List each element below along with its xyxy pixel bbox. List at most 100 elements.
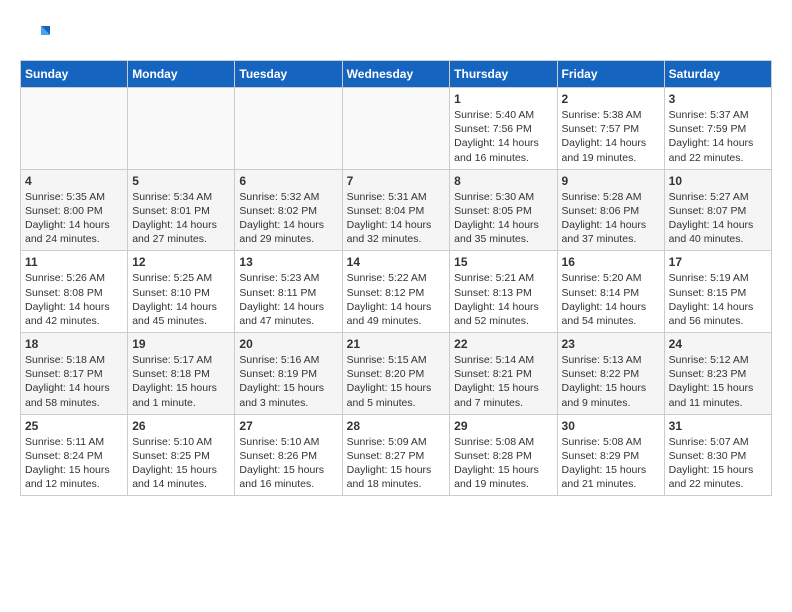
day-number: 10 [669,174,767,188]
day-info: Sunrise: 5:10 AM Sunset: 8:25 PM Dayligh… [132,435,230,492]
day-info: Sunrise: 5:12 AM Sunset: 8:23 PM Dayligh… [669,353,767,410]
day-number: 3 [669,92,767,106]
day-number: 27 [239,419,337,433]
day-number: 20 [239,337,337,351]
calendar-weekday-header: Wednesday [342,61,450,88]
calendar-day-cell: 10 Sunrise: 5:27 AM Sunset: 8:07 PM Dayli… [664,169,771,251]
day-info: Sunrise: 5:32 AM Sunset: 8:02 PM Dayligh… [239,190,337,247]
day-info: Sunrise: 5:26 AM Sunset: 8:08 PM Dayligh… [25,271,123,328]
day-info: Sunrise: 5:38 AM Sunset: 7:57 PM Dayligh… [562,108,660,165]
calendar-day-cell: 27 Sunrise: 5:10 AM Sunset: 8:26 PM Dayli… [235,414,342,496]
day-info: Sunrise: 5:09 AM Sunset: 8:27 PM Dayligh… [347,435,446,492]
calendar-day-cell: 14Sunrise: 5:22 AM Sunset: 8:12 PM Dayli… [342,251,450,333]
day-number: 29 [454,419,552,433]
day-info: Sunrise: 5:37 AM Sunset: 7:59 PM Dayligh… [669,108,767,165]
day-info: Sunrise: 5:21 AM Sunset: 8:13 PM Dayligh… [454,271,552,328]
calendar-table: SundayMondayTuesdayWednesdayThursdayFrid… [20,60,772,496]
calendar-day-cell: 31Sunrise: 5:07 AM Sunset: 8:30 PM Dayli… [664,414,771,496]
day-number: 17 [669,255,767,269]
day-number: 7 [347,174,446,188]
calendar-day-cell: 16 Sunrise: 5:20 AM Sunset: 8:14 PM Dayli… [557,251,664,333]
day-info: Sunrise: 5:31 AM Sunset: 8:04 PM Dayligh… [347,190,446,247]
calendar-day-cell: 7 Sunrise: 5:31 AM Sunset: 8:04 PM Daylig… [342,169,450,251]
calendar-day-cell [235,88,342,170]
calendar-day-cell: 4 Sunrise: 5:35 AM Sunset: 8:00 PM Daylig… [21,169,128,251]
day-info: Sunrise: 5:15 AM Sunset: 8:20 PM Dayligh… [347,353,446,410]
day-number: 6 [239,174,337,188]
day-info: Sunrise: 5:13 AM Sunset: 8:22 PM Dayligh… [562,353,660,410]
calendar-week-row: 18 Sunrise: 5:18 AM Sunset: 8:17 PM Dayli… [21,333,772,415]
day-info: Sunrise: 5:18 AM Sunset: 8:17 PM Dayligh… [25,353,123,410]
day-info: Sunrise: 5:19 AM Sunset: 8:15 PM Dayligh… [669,271,767,328]
calendar-day-cell: 5 Sunrise: 5:34 AM Sunset: 8:01 PM Daylig… [128,169,235,251]
calendar-weekday-header: Monday [128,61,235,88]
calendar-day-cell: 15 Sunrise: 5:21 AM Sunset: 8:13 PM Dayli… [450,251,557,333]
day-number: 21 [347,337,446,351]
calendar-day-cell: 6 Sunrise: 5:32 AM Sunset: 8:02 PM Daylig… [235,169,342,251]
day-info: Sunrise: 5:08 AM Sunset: 8:28 PM Dayligh… [454,435,552,492]
calendar-day-cell: 29 Sunrise: 5:08 AM Sunset: 8:28 PM Dayli… [450,414,557,496]
logo [20,20,54,50]
calendar-day-cell: 8 Sunrise: 5:30 AM Sunset: 8:05 PM Daylig… [450,169,557,251]
calendar-day-cell: 25 Sunrise: 5:11 AM Sunset: 8:24 PM Dayli… [21,414,128,496]
calendar-day-cell: 28 Sunrise: 5:09 AM Sunset: 8:27 PM Dayli… [342,414,450,496]
calendar-weekday-header: Sunday [21,61,128,88]
day-number: 18 [25,337,123,351]
day-number: 1 [454,92,552,106]
day-info: Sunrise: 5:23 AM Sunset: 8:11 PM Dayligh… [239,271,337,328]
day-number: 13 [239,255,337,269]
day-number: 2 [562,92,660,106]
calendar-day-cell: 17 Sunrise: 5:19 AM Sunset: 8:15 PM Dayli… [664,251,771,333]
day-number: 16 [562,255,660,269]
day-number: 9 [562,174,660,188]
calendar-day-cell: 13 Sunrise: 5:23 AM Sunset: 8:11 PM Dayli… [235,251,342,333]
page-header [20,20,772,50]
day-number: 4 [25,174,123,188]
calendar-week-row: 1 Sunrise: 5:40 AM Sunset: 7:56 PM Daylig… [21,88,772,170]
day-number: 5 [132,174,230,188]
calendar-day-cell: 21 Sunrise: 5:15 AM Sunset: 8:20 PM Dayli… [342,333,450,415]
day-info: Sunrise: 5:30 AM Sunset: 8:05 PM Dayligh… [454,190,552,247]
calendar-day-cell [342,88,450,170]
calendar-day-cell: 24 Sunrise: 5:12 AM Sunset: 8:23 PM Dayli… [664,333,771,415]
day-info: Sunrise: 5:10 AM Sunset: 8:26 PM Dayligh… [239,435,337,492]
calendar-header-row: SundayMondayTuesdayWednesdayThursdayFrid… [21,61,772,88]
calendar-day-cell: 20Sunrise: 5:16 AM Sunset: 8:19 PM Dayli… [235,333,342,415]
calendar-day-cell: 2 Sunrise: 5:38 AM Sunset: 7:57 PM Daylig… [557,88,664,170]
day-number: 31 [669,419,767,433]
calendar-day-cell: 18 Sunrise: 5:18 AM Sunset: 8:17 PM Dayli… [21,333,128,415]
day-info: Sunrise: 5:35 AM Sunset: 8:00 PM Dayligh… [25,190,123,247]
day-info: Sunrise: 5:11 AM Sunset: 8:24 PM Dayligh… [25,435,123,492]
calendar-day-cell [128,88,235,170]
calendar-day-cell: 3 Sunrise: 5:37 AM Sunset: 7:59 PM Daylig… [664,88,771,170]
day-number: 25 [25,419,123,433]
day-number: 28 [347,419,446,433]
day-info: Sunrise: 5:40 AM Sunset: 7:56 PM Dayligh… [454,108,552,165]
day-number: 19 [132,337,230,351]
calendar-weekday-header: Tuesday [235,61,342,88]
day-number: 22 [454,337,552,351]
calendar-day-cell: 12 Sunrise: 5:25 AM Sunset: 8:10 PM Dayli… [128,251,235,333]
calendar-day-cell: 19Sunrise: 5:17 AM Sunset: 8:18 PM Dayli… [128,333,235,415]
day-number: 24 [669,337,767,351]
day-number: 12 [132,255,230,269]
calendar-day-cell: 9 Sunrise: 5:28 AM Sunset: 8:06 PM Daylig… [557,169,664,251]
calendar-day-cell: 23Sunrise: 5:13 AM Sunset: 8:22 PM Dayli… [557,333,664,415]
day-number: 15 [454,255,552,269]
calendar-day-cell: 26 Sunrise: 5:10 AM Sunset: 8:25 PM Dayli… [128,414,235,496]
calendar-day-cell: 22Sunrise: 5:14 AM Sunset: 8:21 PM Dayli… [450,333,557,415]
day-info: Sunrise: 5:28 AM Sunset: 8:06 PM Dayligh… [562,190,660,247]
day-info: Sunrise: 5:25 AM Sunset: 8:10 PM Dayligh… [132,271,230,328]
day-info: Sunrise: 5:27 AM Sunset: 8:07 PM Dayligh… [669,190,767,247]
day-number: 26 [132,419,230,433]
calendar-day-cell [21,88,128,170]
day-info: Sunrise: 5:22 AM Sunset: 8:12 PM Dayligh… [347,271,446,328]
day-info: Sunrise: 5:20 AM Sunset: 8:14 PM Dayligh… [562,271,660,328]
day-info: Sunrise: 5:34 AM Sunset: 8:01 PM Dayligh… [132,190,230,247]
calendar-weekday-header: Saturday [664,61,771,88]
calendar-day-cell: 11Sunrise: 5:26 AM Sunset: 8:08 PM Dayli… [21,251,128,333]
day-number: 8 [454,174,552,188]
day-number: 30 [562,419,660,433]
calendar-week-row: 4 Sunrise: 5:35 AM Sunset: 8:00 PM Daylig… [21,169,772,251]
calendar-weekday-header: Friday [557,61,664,88]
